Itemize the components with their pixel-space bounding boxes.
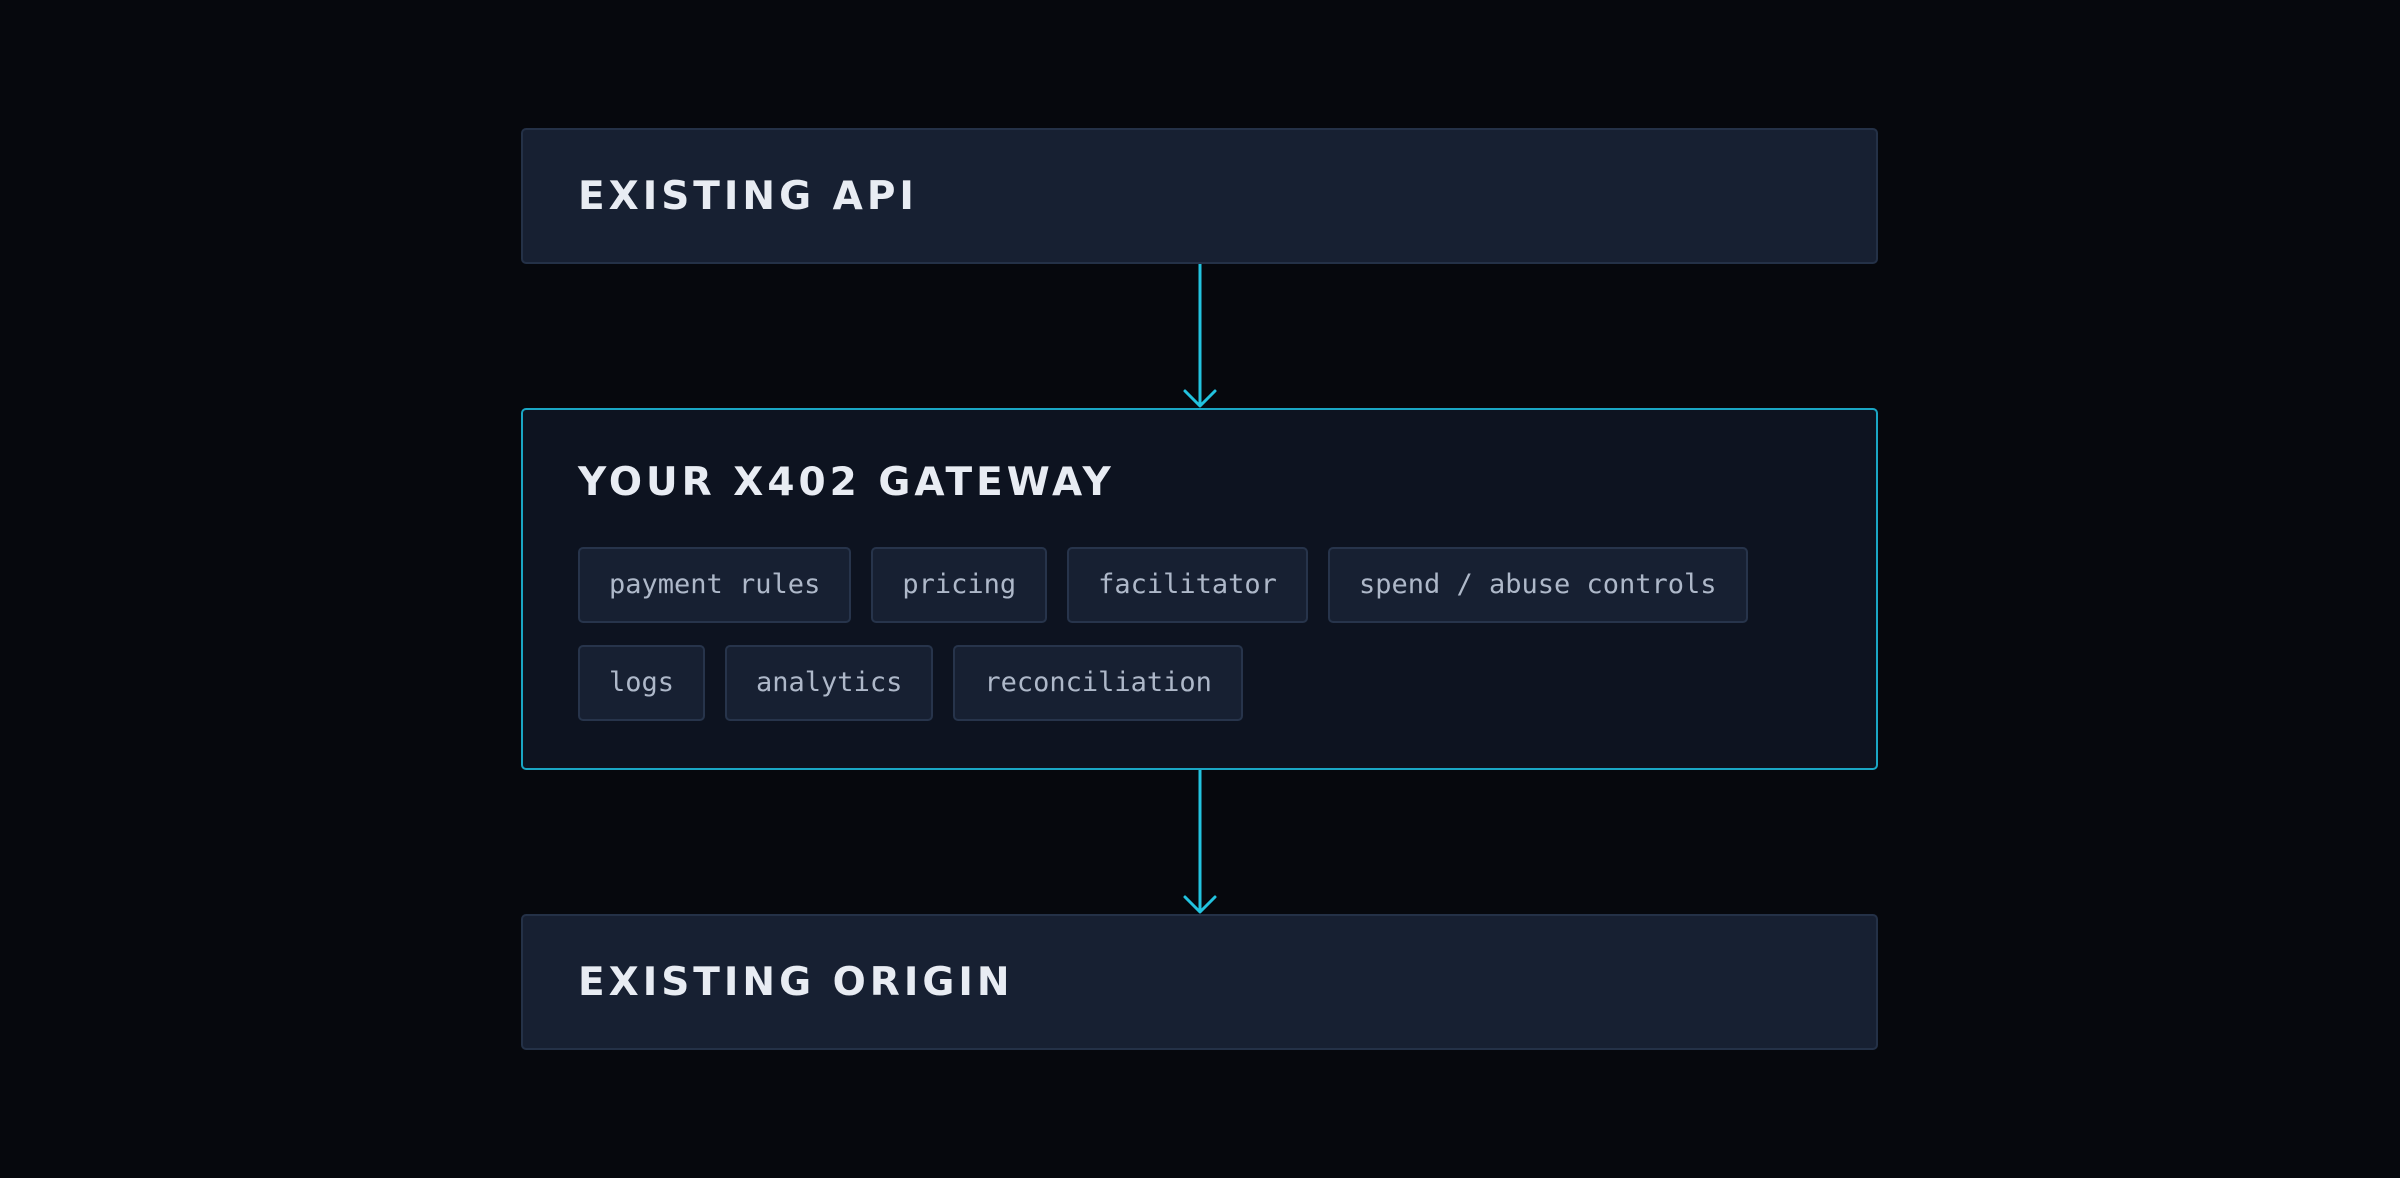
gateway-feature-row: logs analytics reconciliation — [578, 645, 1243, 721]
x402-gateway-title: YOUR X402 GATEWAY — [578, 460, 1115, 505]
feature-chip-pricing: pricing — [871, 547, 1048, 623]
feature-chip-analytics: analytics — [725, 645, 934, 721]
feature-chip-reconciliation: reconciliation — [953, 645, 1243, 721]
existing-api-box: EXISTING API — [521, 128, 1878, 264]
feature-chip-payment-rules: payment rules — [578, 547, 852, 623]
architecture-diagram: EXISTING API YOUR X402 GATEWAY payment r… — [0, 0, 2400, 1178]
gateway-feature-row: payment rules pricing facilitator spend … — [578, 547, 1748, 623]
existing-origin-title: EXISTING ORIGIN — [578, 960, 1014, 1005]
feature-chip-logs: logs — [578, 645, 706, 721]
feature-chip-spend-abuse-controls: spend / abuse controls — [1327, 547, 1748, 623]
arrow-head-icon — [1183, 895, 1217, 914]
arrow-head-icon — [1183, 389, 1217, 408]
existing-api-title: EXISTING API — [578, 174, 918, 219]
feature-chip-facilitator: facilitator — [1067, 547, 1308, 623]
existing-origin-box: EXISTING ORIGIN — [521, 914, 1878, 1050]
x402-gateway-box: YOUR X402 GATEWAY payment rules pricing … — [521, 408, 1878, 770]
arrow-api-to-gateway — [1183, 264, 1217, 408]
arrow-gateway-to-origin — [1183, 770, 1217, 914]
